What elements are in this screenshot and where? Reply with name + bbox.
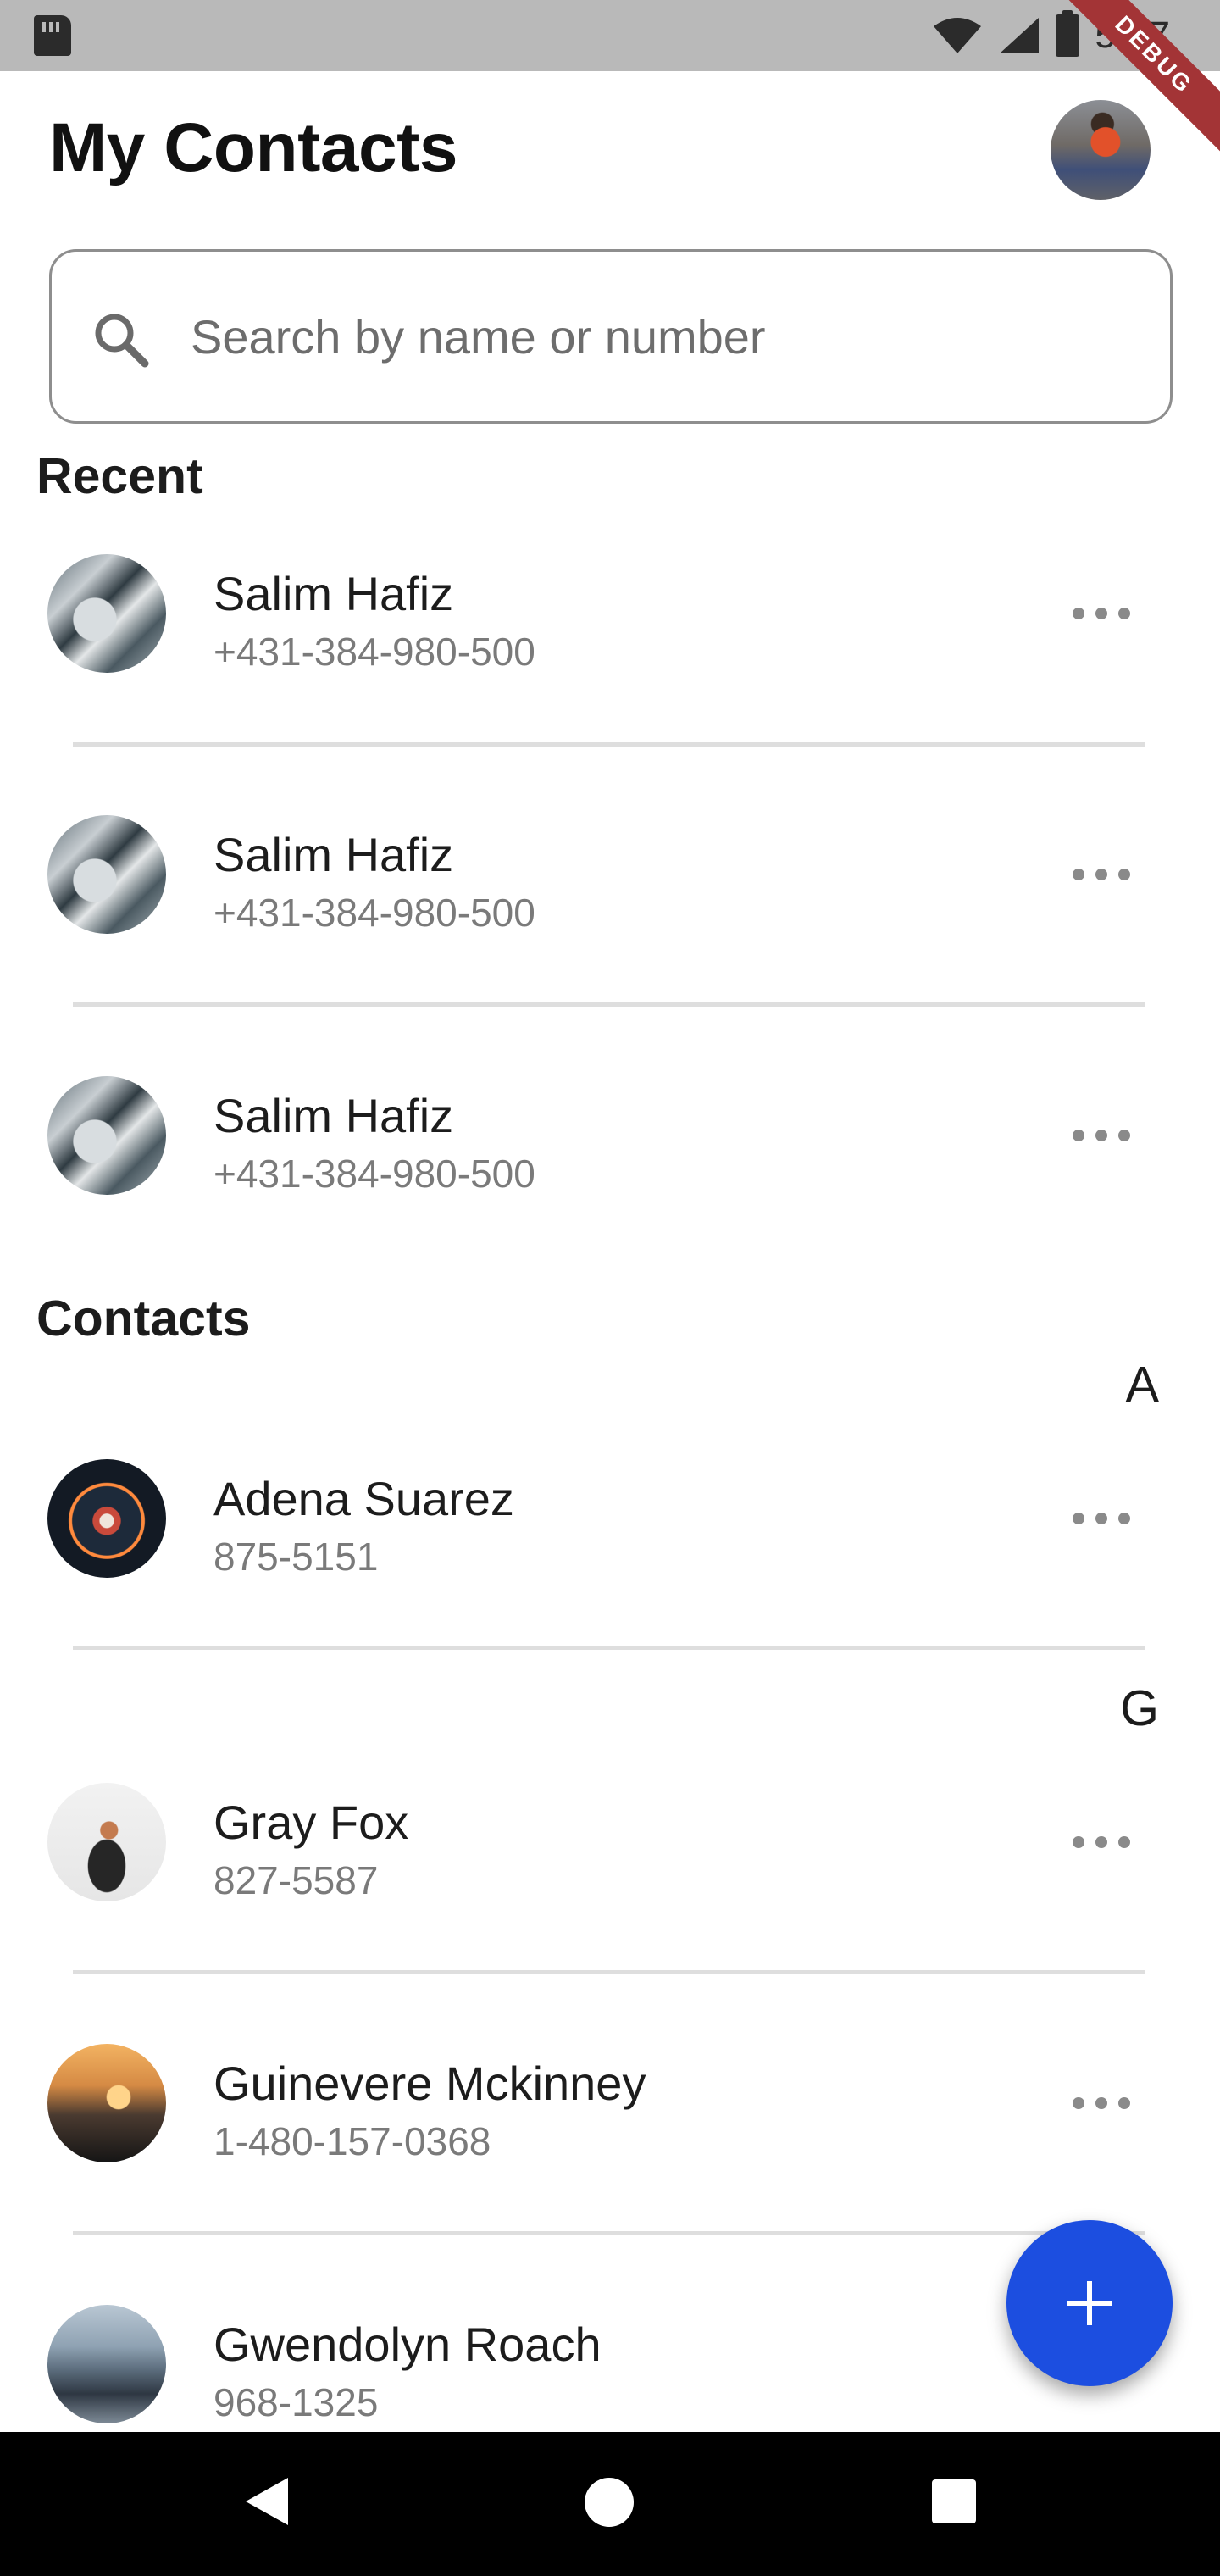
divider	[73, 742, 1145, 747]
contact-row[interactable]: Guinevere Mckinney 1-480-157-0368	[0, 2015, 1220, 2185]
recent-contact-row[interactable]: Salim Hafiz +431-384-980-500	[0, 786, 1220, 956]
more-options-icon[interactable]	[1073, 858, 1130, 891]
signal-icon	[1000, 18, 1040, 53]
contact-name: Gwendolyn Roach	[214, 2318, 602, 2371]
status-bar: 5:57	[0, 0, 1220, 71]
divider	[73, 1646, 1145, 1650]
profile-avatar[interactable]	[1051, 100, 1151, 200]
contact-name: Gray Fox	[214, 1796, 409, 1849]
contact-row[interactable]: Adena Suarez 875-5151	[0, 1430, 1220, 1600]
more-options-icon[interactable]	[1073, 2086, 1130, 2120]
recent-contact-row[interactable]: Salim Hafiz +431-384-980-500	[0, 1047, 1220, 1217]
add-contact-button[interactable]	[1006, 2220, 1173, 2386]
contact-phone: 1-480-157-0368	[214, 2119, 491, 2163]
wifi-icon	[934, 18, 982, 53]
contact-phone: +431-384-980-500	[214, 891, 535, 935]
sd-card-icon	[34, 15, 71, 56]
contact-avatar	[47, 1076, 166, 1195]
more-options-icon[interactable]	[1073, 1825, 1130, 1859]
contact-name: Adena Suarez	[214, 1472, 514, 1525]
divider	[73, 2231, 1145, 2235]
contact-avatar	[47, 815, 166, 934]
navigation-bar	[0, 2432, 1220, 2576]
contact-avatar	[47, 2044, 166, 2162]
more-options-icon[interactable]	[1073, 597, 1130, 630]
recent-contact-row[interactable]: Salim Hafiz +431-384-980-500	[0, 525, 1220, 695]
plus-icon	[1068, 2281, 1112, 2325]
search-bar[interactable]	[49, 249, 1173, 424]
back-icon[interactable]	[246, 2478, 288, 2525]
contact-phone: +431-384-980-500	[214, 630, 535, 674]
letter-header-a: A	[1125, 1357, 1159, 1413]
contact-avatar	[47, 2305, 166, 2423]
contact-name: Salim Hafiz	[214, 828, 454, 881]
contacts-section-title: Contacts	[36, 1291, 251, 1346]
more-options-icon[interactable]	[1073, 1119, 1130, 1152]
more-options-icon[interactable]	[1073, 1502, 1130, 1535]
contact-phone: +431-384-980-500	[214, 1152, 535, 1196]
contact-name: Salim Hafiz	[214, 567, 454, 620]
search-input[interactable]	[191, 286, 1140, 387]
contact-avatar	[47, 1459, 166, 1578]
divider	[73, 1970, 1145, 1974]
contact-avatar	[47, 1783, 166, 1901]
search-icon	[95, 314, 149, 368]
divider	[73, 1002, 1145, 1007]
recents-icon[interactable]	[932, 2479, 976, 2523]
contact-name: Guinevere Mckinney	[214, 2057, 646, 2110]
contact-name: Salim Hafiz	[214, 1089, 454, 1142]
contact-phone: 875-5151	[214, 1535, 379, 1579]
letter-header-g: G	[1120, 1680, 1159, 1736]
contact-phone: 968-1325	[214, 2380, 379, 2424]
home-icon[interactable]	[585, 2478, 634, 2527]
battery-charging-icon	[1056, 10, 1080, 57]
recent-section-title: Recent	[36, 448, 203, 504]
page-title: My Contacts	[49, 109, 458, 186]
contact-phone: 827-5587	[214, 1858, 379, 1902]
contact-avatar	[47, 554, 166, 673]
contact-row[interactable]: Gray Fox 827-5587	[0, 1754, 1220, 1924]
